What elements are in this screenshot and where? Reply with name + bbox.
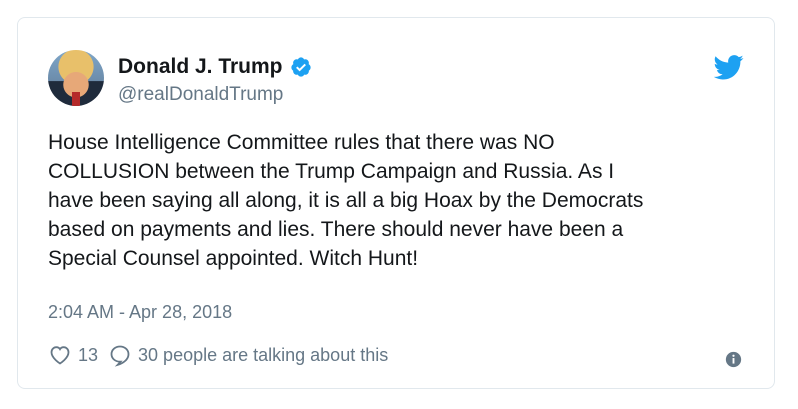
- heart-icon: [50, 346, 70, 365]
- talking-label: 30 people are talking about this: [138, 344, 389, 365]
- author-name[interactable]: Donald J. Trump: [118, 54, 283, 80]
- avatar[interactable]: [48, 50, 104, 106]
- reply-button[interactable]: 30 people are talking about this: [108, 343, 388, 367]
- twitter-bird-icon[interactable]: [714, 55, 744, 80]
- tweet-actions: 13 30 people are talking about this: [48, 343, 388, 367]
- author-handle[interactable]: @realDonaldTrump: [118, 84, 283, 106]
- reply-bubble-icon: [110, 345, 130, 367]
- author-row: Donald J. Trump: [118, 54, 312, 80]
- like-count: 13: [78, 344, 99, 365]
- verified-icon: [290, 57, 311, 77]
- like-button[interactable]: 13: [48, 343, 98, 367]
- info-icon[interactable]: [725, 351, 742, 368]
- tweet-card: Donald J. Trump @realDonaldTrump House I…: [17, 17, 775, 389]
- tweet-text: House Intelligence Committee rules that …: [48, 131, 644, 270]
- tweet-timestamp[interactable]: 2:04 AM - Apr 28, 2018: [48, 302, 232, 323]
